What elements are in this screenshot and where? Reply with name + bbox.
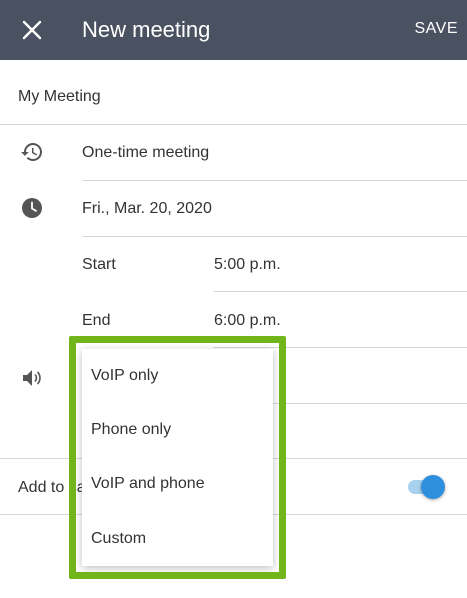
divider	[82, 180, 467, 181]
divider	[214, 291, 467, 292]
meeting-title-field[interactable]: My Meeting	[18, 87, 101, 107]
history-icon	[21, 143, 42, 161]
highlight-frame	[69, 336, 286, 579]
recurrence-value[interactable]: One-time meeting	[82, 143, 209, 163]
divider	[82, 236, 467, 237]
clock-icon	[22, 198, 42, 218]
close-button[interactable]	[14, 12, 50, 48]
end-time-value[interactable]: 6:00 p.m.	[214, 311, 281, 331]
start-time-value[interactable]: 5:00 p.m.	[214, 255, 281, 275]
speaker-icon	[23, 370, 41, 386]
toggle-knob	[421, 475, 445, 499]
app-header: New meeting SAVE	[0, 0, 467, 60]
divider	[0, 124, 467, 125]
page-title: New meeting	[82, 17, 211, 42]
start-label: Start	[82, 256, 116, 273]
date-value[interactable]: Fri., Mar. 20, 2020	[82, 199, 212, 219]
save-button[interactable]: SAVE	[415, 19, 459, 39]
close-icon	[22, 20, 42, 40]
end-label: End	[82, 312, 111, 329]
